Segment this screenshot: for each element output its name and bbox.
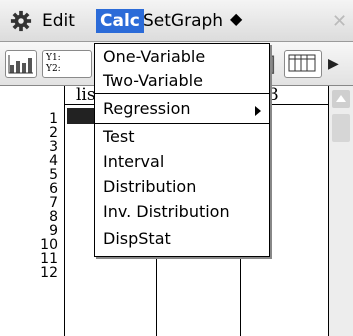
close-icon[interactable]: ✕ [332,11,353,32]
graph-button[interactable] [5,50,37,78]
menu-item-inv-distribution[interactable]: Inv. Distribution [103,202,230,222]
row-number: 6 [49,181,58,197]
vertical-scrollbar[interactable] [329,86,353,336]
menu-separator [95,93,269,94]
table-view-button[interactable] [284,50,322,78]
submenu-arrow-icon [255,106,261,116]
menu-item-two-variable[interactable]: Two-Variable [103,71,203,91]
row-number: 12 [40,265,58,281]
row-number: 2 [49,125,58,141]
menu-separator [95,123,269,124]
menu-item-one-variable[interactable]: One-Variable [103,47,205,67]
column-divider [64,86,65,336]
row-number: 1 [49,111,58,127]
menu-item-interval[interactable]: Interval [103,152,164,172]
menu-calc[interactable]: Calc [96,9,144,33]
row-number: 5 [49,167,58,183]
menu-bar: Edit Calc SetGraph ◆ ✕ [0,0,353,42]
bar-graph-icon [8,55,33,74]
row-number: 10 [40,237,58,253]
selected-cell[interactable] [67,108,97,124]
gear-icon[interactable] [10,10,32,32]
menu-diamond[interactable]: ◆ [230,9,242,29]
toolbar-next-icon[interactable]: ▶ [328,50,352,78]
menu-edit[interactable]: Edit [42,11,75,31]
row-number: 9 [49,223,58,239]
y2-label: Y2: [46,64,61,74]
menu-item-distribution[interactable]: Distribution [103,177,196,197]
calc-dropdown-menu: One-Variable Two-Variable Regression Tes… [94,43,270,257]
column-header-list1[interactable]: lis [76,85,96,105]
scroll-thumb[interactable] [332,114,350,142]
row-number: 4 [49,153,58,169]
row-number: 11 [40,251,58,267]
menu-item-test[interactable]: Test [103,127,135,147]
scroll-up-icon[interactable] [332,90,350,108]
y1-label: Y1: [46,53,61,63]
menu-item-dispstat[interactable]: DispStat [103,229,171,249]
row-number: 3 [49,139,58,155]
table-grid-icon [288,54,316,72]
menu-setgraph[interactable]: SetGraph [143,11,223,31]
row-number: 7 [49,195,58,211]
row-number: 8 [49,209,58,225]
menu-item-regression[interactable]: Regression [103,99,191,119]
graph-editor-button[interactable]: Y1: Y2: [42,50,92,78]
